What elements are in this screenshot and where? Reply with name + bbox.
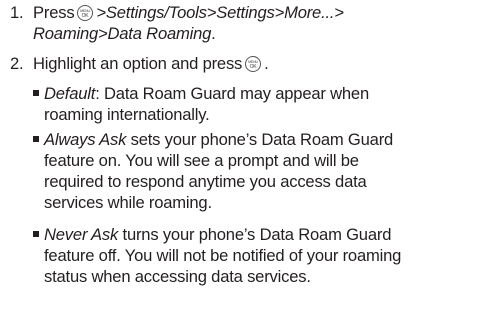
option-always-ask-desc-line1: sets your phone’s Data Roam Guard [126,130,394,149]
option-never-ask-name: Never Ask [44,225,119,244]
step-1-suffix: . [211,24,216,43]
step-1-prefix: Press [33,3,75,22]
option-always-ask-desc-line4: services while roaming. [44,193,212,212]
option-always-ask-desc-line2: feature on. You will see a prompt and wi… [44,151,359,170]
menu-ok-key-icon: MENU OK [77,5,94,21]
step-1-path-line2: Roaming>Data Roaming [33,24,212,43]
step-2-text: Highlight an option and press [33,54,243,73]
option-always-ask-text: Always Ask sets your phone’s Data Roam G… [44,129,474,213]
step-2-number: 2. [10,54,24,73]
option-never-ask-desc-line2: feature off. You will not be notified of… [44,246,402,265]
svg-text:OK: OK [250,64,258,70]
menu-ok-key-icon: MENU OK [245,56,262,72]
bullet-square [33,136,39,142]
step-1-path-line1: >Settings/Tools>Settings>More...> [96,3,344,22]
instruction-page: 1. Press MENU OK >Settings/Tools>Settings>M… [0,0,479,322]
step-2-body: Highlight an option and press MENU OK. [33,53,473,74]
option-never-ask-desc-line3: status when accessing data services. [44,267,311,286]
option-never-ask-desc-line1: turns your phone’s Data Roam Guard [118,225,392,244]
step-1-number: 1. [10,3,24,22]
step-1-body: Press MENU OK >Settings/Tools>Settings>More… [33,2,473,44]
step-2-suffix: . [264,54,269,73]
svg-text:OK: OK [82,13,90,19]
bullet-square [33,90,39,96]
option-default-desc-line1: : Data Roam Guard may appear when [95,84,369,103]
option-default-desc-line2: roaming internationally. [44,105,210,124]
option-never-ask-text: Never Ask turns your phone’s Data Roam G… [44,224,474,287]
option-always-ask-desc-line3: required to respond anytime you access d… [44,172,367,191]
option-always-ask-name: Always Ask [44,130,127,149]
option-default-name: Default [44,84,96,103]
bullet-square [33,231,39,237]
option-default-text: Default: Data Roam Guard may appear when… [44,83,474,125]
